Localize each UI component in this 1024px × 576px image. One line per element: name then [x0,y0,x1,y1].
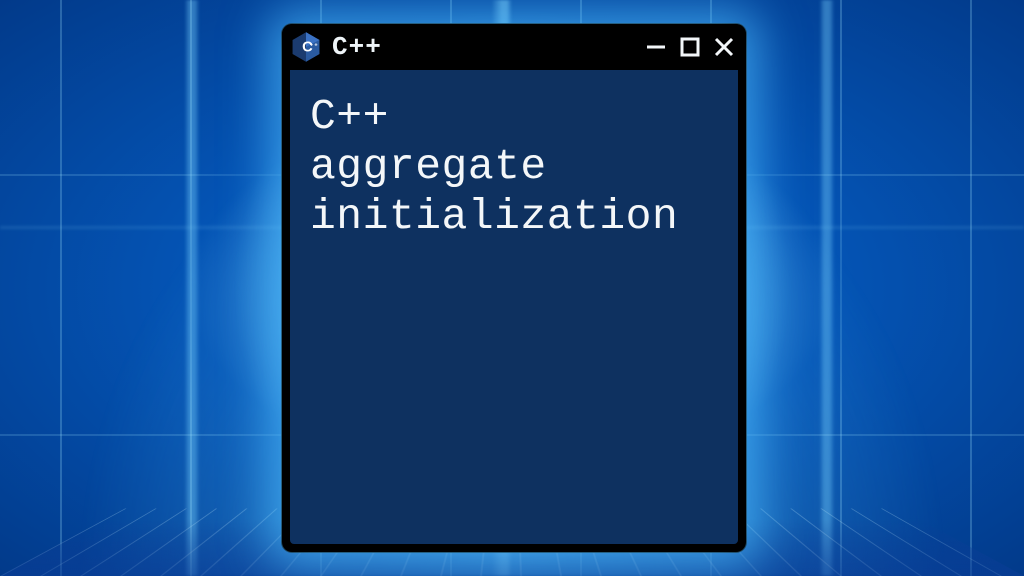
minimize-button[interactable] [644,35,668,59]
terminal-text: C++ aggregate initialization [310,92,718,242]
titlebar[interactable]: C + + C++ [282,24,746,70]
cpp-logo-icon: C + + [290,31,322,63]
window-title: C++ [332,32,382,62]
close-icon [713,36,735,58]
maximize-button[interactable] [678,35,702,59]
terminal-window: C + + C++ C++ aggre [282,24,746,552]
svg-text:+: + [314,43,317,49]
maximize-icon [680,37,700,57]
window-controls [644,35,736,59]
minimize-icon [645,36,667,58]
svg-text:+: + [310,43,313,49]
terminal-body: C++ aggregate initialization [288,70,740,546]
close-button[interactable] [712,35,736,59]
